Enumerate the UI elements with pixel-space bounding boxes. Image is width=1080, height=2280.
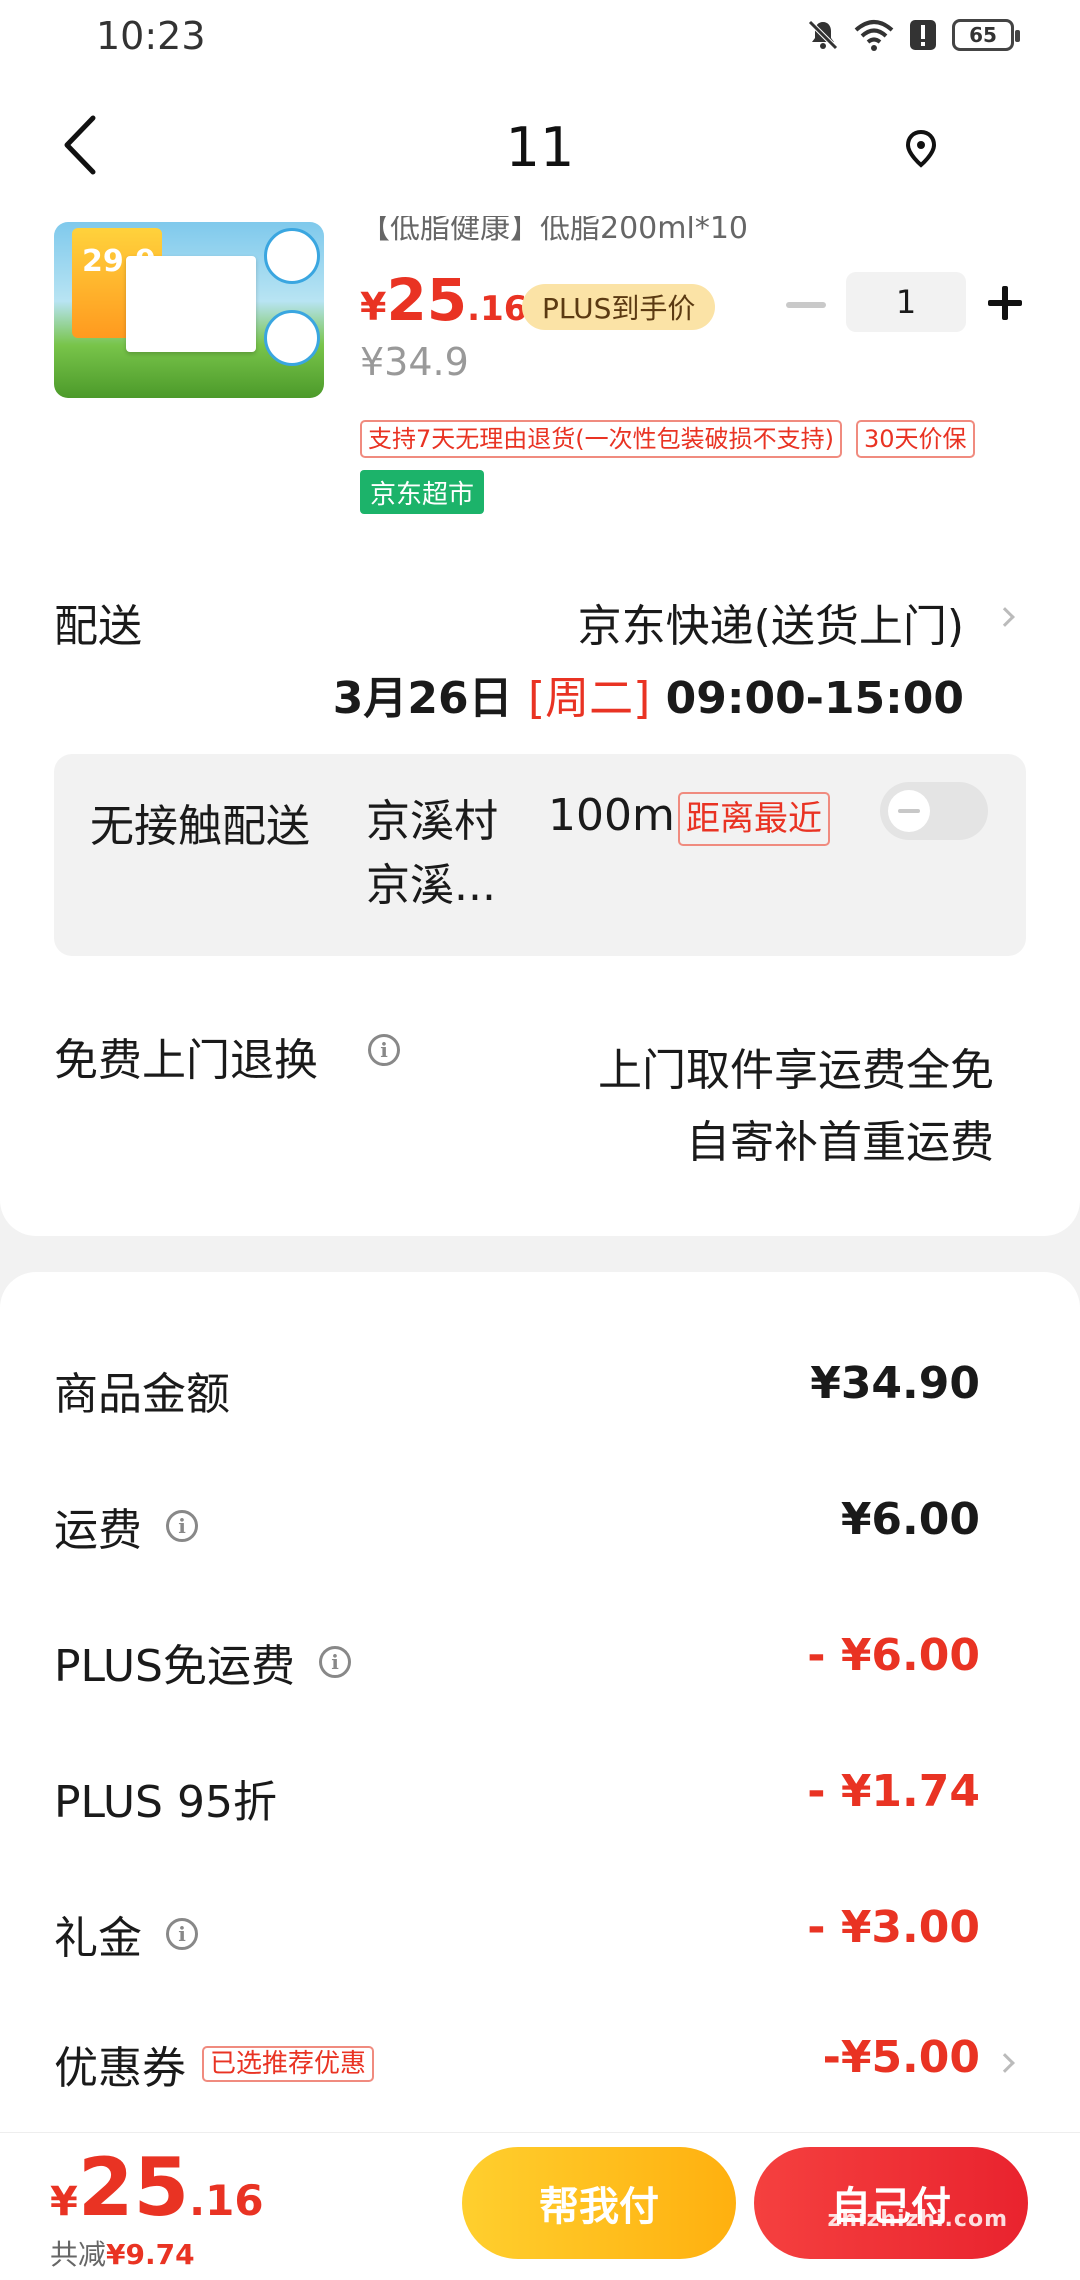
status-time: 10:23 xyxy=(96,14,206,58)
fee-row-coupon[interactable]: 优惠券 已选推荐优惠 -¥5.00 xyxy=(54,2032,980,2094)
checkout-bar: ¥25.16 共减¥9.74 帮我付 自己付 zhizhizhi.com xyxy=(0,2132,1080,2280)
delivery-label: 配送 xyxy=(54,601,142,652)
delivery-method[interactable]: 京东快递(送货上门) xyxy=(578,590,964,654)
price-breakdown-card: 商品金额 ¥34.90 运费 i ¥6.00 PLUS免运费 i - ¥6.00 P… xyxy=(0,1272,1080,2132)
delivery-time[interactable]: 3月26日 [周二] 09:00-15:00 xyxy=(333,662,964,726)
fee-row-gift-money: 礼金 i - ¥3.00 xyxy=(54,1902,980,1964)
fee-value: ¥6.00 xyxy=(840,1494,980,1545)
product-image[interactable]: 29.9 xyxy=(54,222,324,398)
fee-row-shipping: 运费 i ¥6.00 xyxy=(54,1494,980,1556)
fee-value: - ¥3.00 xyxy=(807,1902,980,1953)
wifi-icon xyxy=(854,20,894,51)
status-icons: 65 xyxy=(806,18,1020,52)
badge-bubble xyxy=(264,228,320,284)
quantity-input[interactable]: 1 xyxy=(846,272,966,332)
contactless-delivery-box: 无接触配送 京溪村 京溪... 100m 距离最近 xyxy=(54,754,1026,956)
price-protect-tag: 30天价保 xyxy=(856,420,975,458)
pickup-distance: 100m xyxy=(548,790,675,841)
badge-bubble xyxy=(264,310,320,366)
total-saving: 共减¥9.74 xyxy=(50,2238,195,2271)
info-icon[interactable]: i xyxy=(319,1646,351,1678)
quantity-decrease-button[interactable] xyxy=(786,302,826,308)
free-return-desc-1: 上门取件享运费全免 xyxy=(598,1045,994,1096)
contactless-label: 无接触配送 xyxy=(90,801,310,852)
pay-myself-button[interactable]: 自己付 zhizhizhi.com xyxy=(754,2147,1028,2259)
info-icon[interactable]: i xyxy=(166,1918,198,1950)
plus-price-badge: PLUS到手价 xyxy=(522,284,716,330)
watermark: zhizhizhi.com xyxy=(827,2207,1008,2232)
fee-value: -¥5.00 xyxy=(822,2032,980,2083)
free-return-label: 免费上门退换 xyxy=(54,1035,318,1086)
product-price: ¥25.16 xyxy=(360,266,528,334)
location-button[interactable] xyxy=(898,126,944,172)
mute-bell-icon xyxy=(808,20,838,50)
service-tags: 支持7天无理由退货(一次性包装破损不支持) 30天价保 xyxy=(360,420,975,458)
fee-row-plus-free-shipping: PLUS免运费 i - ¥6.00 xyxy=(54,1630,980,1692)
help-me-pay-button[interactable]: 帮我付 xyxy=(462,2147,736,2259)
order-details-card: 29.9 【低脂健康】低脂200ml*10 ¥25.16 PLUS到手价 1 ¥… xyxy=(0,216,1080,1236)
nearest-tag: 距离最近 xyxy=(678,792,830,846)
product-name[interactable]: 【低脂健康】低脂200ml*10 xyxy=(360,216,880,246)
fee-row-plus-discount: PLUS 95折 - ¥1.74 xyxy=(54,1766,980,1828)
fee-value: ¥34.90 xyxy=(810,1358,980,1409)
location-pin-icon xyxy=(906,130,936,168)
chevron-right-icon[interactable] xyxy=(995,607,1015,627)
quantity-increase-button[interactable] xyxy=(988,286,1022,320)
milk-box-illustration xyxy=(126,256,256,352)
chevron-right-icon[interactable] xyxy=(995,2053,1015,2073)
status-bar: 10:23 65 xyxy=(0,0,1080,72)
info-icon[interactable]: i xyxy=(368,1034,400,1066)
free-return-desc-2: 自寄补首重运费 xyxy=(686,1117,994,1168)
fee-value: - ¥6.00 xyxy=(807,1630,980,1681)
store-tag: 京东超市 xyxy=(360,470,485,514)
original-price: ¥34.9 xyxy=(360,340,469,384)
coupon-recommended-tag: 已选推荐优惠 xyxy=(202,2046,375,2082)
pickup-place: 京溪村 京溪... xyxy=(366,796,498,911)
total-price: ¥25.16 xyxy=(50,2141,264,2234)
return-policy-tag: 支持7天无理由退货(一次性包装破损不支持) xyxy=(360,420,842,458)
fee-value: - ¥1.74 xyxy=(807,1766,980,1817)
nav-bar: 11 xyxy=(0,72,1080,222)
info-icon[interactable]: i xyxy=(166,1510,198,1542)
fee-row-goods-amount: 商品金额 ¥34.90 xyxy=(54,1358,980,1420)
alert-icon xyxy=(910,20,936,50)
contactless-toggle[interactable] xyxy=(880,782,988,840)
battery-icon: 65 xyxy=(952,19,1020,51)
